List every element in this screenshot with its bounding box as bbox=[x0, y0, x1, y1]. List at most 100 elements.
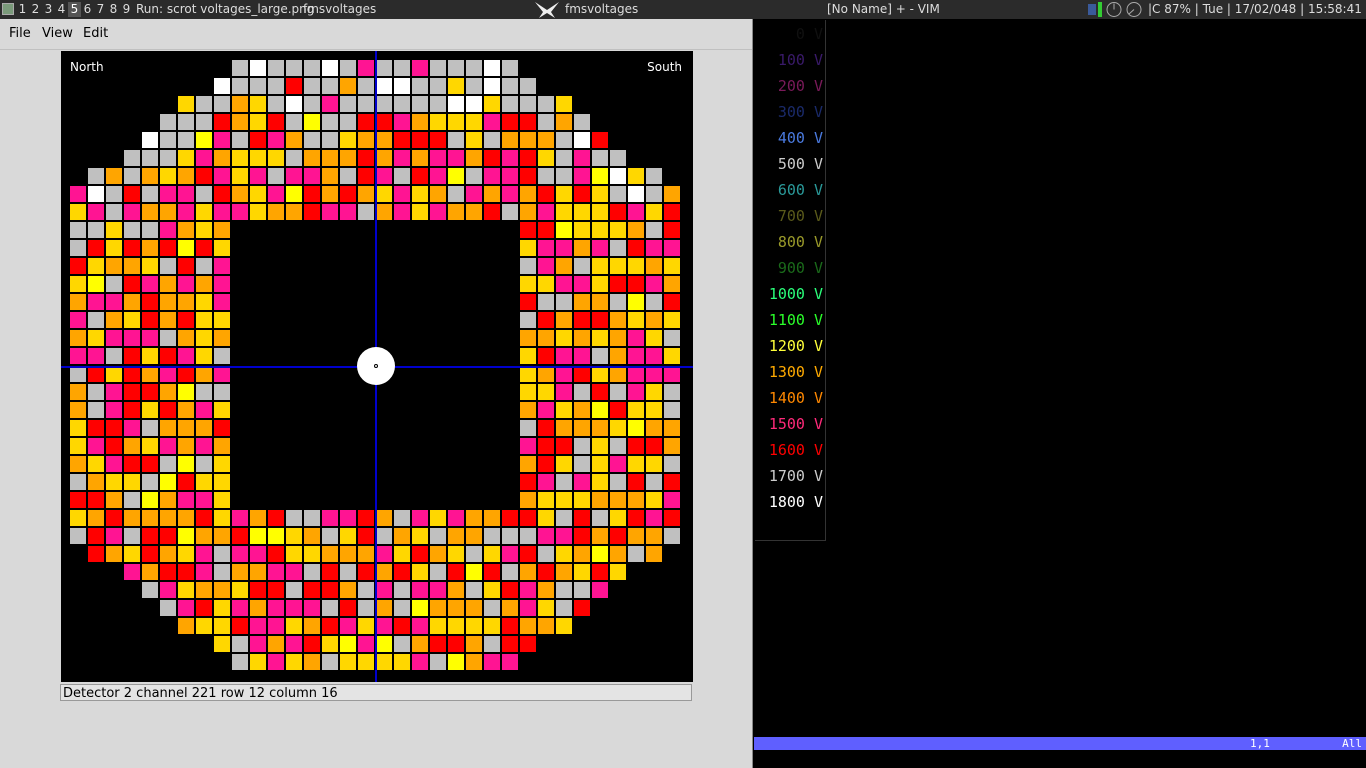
detector-cell[interactable] bbox=[340, 150, 356, 166]
detector-cell[interactable] bbox=[538, 510, 554, 526]
detector-cell[interactable] bbox=[664, 420, 680, 436]
detector-cell[interactable] bbox=[448, 78, 464, 94]
detector-cell[interactable] bbox=[574, 168, 590, 184]
detector-cell[interactable] bbox=[592, 150, 608, 166]
detector-cell[interactable] bbox=[286, 654, 302, 670]
detector-cell[interactable] bbox=[88, 312, 104, 328]
detector-cell[interactable] bbox=[376, 132, 392, 148]
detector-cell[interactable] bbox=[70, 240, 86, 256]
detector-cell[interactable] bbox=[160, 510, 176, 526]
detector-cell[interactable] bbox=[232, 204, 248, 220]
detector-cell[interactable] bbox=[430, 582, 446, 598]
detector-cell[interactable] bbox=[592, 204, 608, 220]
detector-cell[interactable] bbox=[394, 186, 410, 202]
detector-cell[interactable] bbox=[556, 330, 572, 346]
detector-cell[interactable] bbox=[592, 330, 608, 346]
detector-cell[interactable] bbox=[376, 654, 392, 670]
detector-cell[interactable] bbox=[412, 600, 428, 616]
detector-cell[interactable] bbox=[88, 330, 104, 346]
detector-cell[interactable] bbox=[70, 222, 86, 238]
detector-cell[interactable] bbox=[646, 168, 662, 184]
detector-cell[interactable] bbox=[556, 222, 572, 238]
detector-cell[interactable] bbox=[556, 384, 572, 400]
detector-cell[interactable] bbox=[160, 402, 176, 418]
detector-cell[interactable] bbox=[556, 528, 572, 544]
detector-cell[interactable] bbox=[286, 96, 302, 112]
detector-cell[interactable] bbox=[70, 384, 86, 400]
detector-cell[interactable] bbox=[214, 384, 230, 400]
detector-cell[interactable] bbox=[106, 492, 122, 508]
detector-cell[interactable] bbox=[142, 294, 158, 310]
detector-cell[interactable] bbox=[664, 492, 680, 508]
detector-cell[interactable] bbox=[160, 240, 176, 256]
detector-cell[interactable] bbox=[358, 60, 374, 76]
detector-cell[interactable] bbox=[232, 528, 248, 544]
detector-cell[interactable] bbox=[124, 546, 140, 562]
detector-cell[interactable] bbox=[646, 402, 662, 418]
detector-cell[interactable] bbox=[448, 204, 464, 220]
detector-cell[interactable] bbox=[88, 384, 104, 400]
detector-cell[interactable] bbox=[538, 312, 554, 328]
detector-cell[interactable] bbox=[124, 168, 140, 184]
detector-cell[interactable] bbox=[160, 420, 176, 436]
detector-cell[interactable] bbox=[556, 402, 572, 418]
detector-cell[interactable] bbox=[106, 186, 122, 202]
detector-cell[interactable] bbox=[178, 492, 194, 508]
detector-cell[interactable] bbox=[124, 204, 140, 220]
detector-cell[interactable] bbox=[250, 546, 266, 562]
detector-cell[interactable] bbox=[358, 546, 374, 562]
detector-cell[interactable] bbox=[448, 564, 464, 580]
detector-cell[interactable] bbox=[250, 510, 266, 526]
detector-cell[interactable] bbox=[142, 204, 158, 220]
detector-cell[interactable] bbox=[214, 186, 230, 202]
detector-cell[interactable] bbox=[376, 96, 392, 112]
detector-cell[interactable] bbox=[304, 186, 320, 202]
detector-cell[interactable] bbox=[124, 240, 140, 256]
detector-cell[interactable] bbox=[610, 276, 626, 292]
detector-cell[interactable] bbox=[592, 582, 608, 598]
detector-cell[interactable] bbox=[142, 258, 158, 274]
detector-cell[interactable] bbox=[196, 132, 212, 148]
detector-cell[interactable] bbox=[466, 546, 482, 562]
detector-cell[interactable] bbox=[574, 258, 590, 274]
detector-cell[interactable] bbox=[160, 330, 176, 346]
detector-cell[interactable] bbox=[358, 510, 374, 526]
detector-cell[interactable] bbox=[574, 492, 590, 508]
detector-cell[interactable] bbox=[358, 204, 374, 220]
detector-cell[interactable] bbox=[196, 438, 212, 454]
detector-cell[interactable] bbox=[592, 312, 608, 328]
detector-cell[interactable] bbox=[124, 150, 140, 166]
detector-cell[interactable] bbox=[394, 168, 410, 184]
detector-cell[interactable] bbox=[628, 240, 644, 256]
detector-cell[interactable] bbox=[556, 204, 572, 220]
detector-cell[interactable] bbox=[322, 150, 338, 166]
detector-cell[interactable] bbox=[520, 114, 536, 130]
detector-cell[interactable] bbox=[376, 528, 392, 544]
detector-cell[interactable] bbox=[340, 510, 356, 526]
detector-cell[interactable] bbox=[574, 204, 590, 220]
detector-cell[interactable] bbox=[304, 168, 320, 184]
detector-cell[interactable] bbox=[520, 186, 536, 202]
detector-cell[interactable] bbox=[70, 258, 86, 274]
detector-cell[interactable] bbox=[250, 564, 266, 580]
detector-cell[interactable] bbox=[160, 150, 176, 166]
detector-cell[interactable] bbox=[232, 564, 248, 580]
detector-cell[interactable] bbox=[574, 366, 590, 382]
detector-cell[interactable] bbox=[646, 384, 662, 400]
detector-cell[interactable] bbox=[664, 186, 680, 202]
detector-cell[interactable] bbox=[88, 546, 104, 562]
detector-cell[interactable] bbox=[574, 240, 590, 256]
detector-cell[interactable] bbox=[574, 474, 590, 490]
detector-cell[interactable] bbox=[520, 456, 536, 472]
detector-cell[interactable] bbox=[376, 510, 392, 526]
detector-cell[interactable] bbox=[376, 168, 392, 184]
detector-cell[interactable] bbox=[106, 258, 122, 274]
detector-cell[interactable] bbox=[178, 564, 194, 580]
detector-cell[interactable] bbox=[106, 528, 122, 544]
detector-cell[interactable] bbox=[556, 294, 572, 310]
detector-cell[interactable] bbox=[556, 150, 572, 166]
detector-cell[interactable] bbox=[628, 546, 644, 562]
detector-cell[interactable] bbox=[646, 294, 662, 310]
detector-cell[interactable] bbox=[574, 510, 590, 526]
detector-cell[interactable] bbox=[466, 150, 482, 166]
